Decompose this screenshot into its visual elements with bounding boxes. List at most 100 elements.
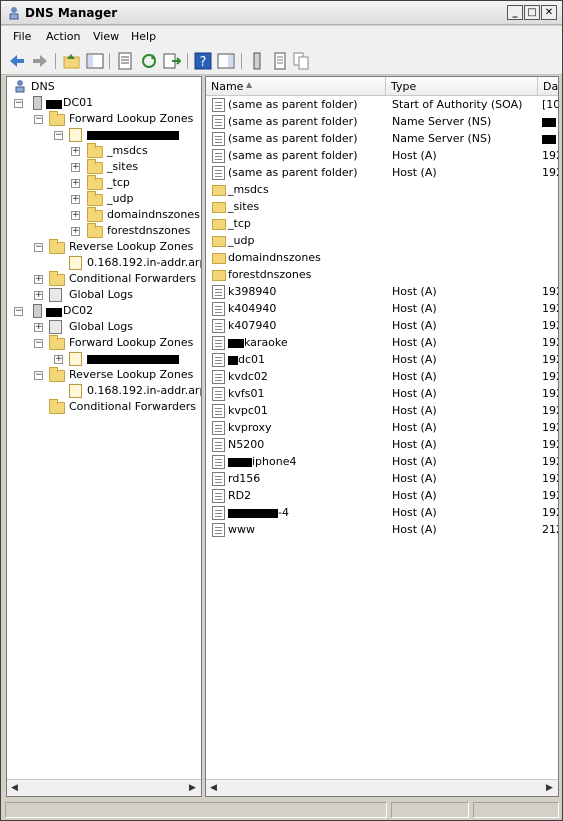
- zone-icon: [69, 384, 82, 398]
- record-row[interactable]: (same as parent folder) Host (A) 192: [206, 148, 558, 165]
- expand-icon[interactable]: +: [34, 323, 43, 332]
- record-row[interactable]: N5200 Host (A) 192: [206, 437, 558, 454]
- expand-icon[interactable]: +: [71, 163, 80, 172]
- collapse-icon[interactable]: −: [54, 131, 63, 140]
- forward-arrow-icon[interactable]: [30, 51, 50, 71]
- expand-icon[interactable]: +: [54, 355, 63, 364]
- column-header-type[interactable]: Type: [386, 77, 538, 96]
- horizontal-scrollbar[interactable]: ◀ ▶: [206, 779, 558, 796]
- minimize-button[interactable]: _: [507, 5, 523, 20]
- menu-help[interactable]: Help: [131, 30, 156, 43]
- record-icon: [212, 353, 225, 367]
- column-label: Name: [211, 80, 244, 93]
- record-type: Host (A): [392, 370, 437, 383]
- scroll-left-icon[interactable]: ◀: [207, 782, 220, 795]
- expand-icon[interactable]: +: [34, 291, 43, 300]
- record-data: 192: [542, 285, 558, 298]
- expand-icon[interactable]: +: [71, 179, 80, 188]
- zone-list-icon[interactable]: [270, 51, 290, 71]
- column-header-name[interactable]: Name ▲: [206, 77, 386, 96]
- folder-icon: [212, 185, 226, 196]
- collapse-icon[interactable]: −: [34, 339, 43, 348]
- folder-icon: [212, 202, 226, 213]
- zone-icon: [69, 352, 82, 366]
- scroll-right-icon[interactable]: ▶: [186, 782, 199, 795]
- record-icon: [212, 319, 225, 333]
- record-row[interactable]: kvfs01 Host (A) 192: [206, 386, 558, 403]
- redaction-mark: [87, 131, 179, 140]
- up-folder-icon[interactable]: [62, 51, 82, 71]
- folder-icon: [49, 111, 65, 126]
- collapse-icon[interactable]: −: [14, 99, 23, 108]
- record-icon: [212, 421, 225, 435]
- record-data: 192: [542, 149, 558, 162]
- menu-action[interactable]: Action: [46, 30, 80, 43]
- server-icon[interactable]: [247, 51, 267, 71]
- record-row[interactable]: kvpc01 Host (A) 192: [206, 403, 558, 420]
- export-list-icon[interactable]: [162, 51, 182, 71]
- list-folder-row[interactable]: _msdcs: [206, 182, 558, 199]
- collapse-icon[interactable]: −: [14, 307, 23, 316]
- record-data: 192: [542, 455, 558, 468]
- record-icon: [212, 455, 225, 469]
- list-folder-row[interactable]: _sites: [206, 199, 558, 216]
- expand-icon[interactable]: +: [71, 195, 80, 204]
- expand-icon[interactable]: +: [34, 275, 43, 284]
- record-row[interactable]: karaoke Host (A) 192: [206, 335, 558, 352]
- list-folder-row[interactable]: _tcp: [206, 216, 558, 233]
- record-row[interactable]: dc01 Host (A) 192: [206, 352, 558, 369]
- expand-icon[interactable]: +: [71, 211, 80, 220]
- show-hide-tree-icon[interactable]: [85, 51, 105, 71]
- record-name: k404940: [228, 302, 277, 315]
- record-row[interactable]: rd156 Host (A) 192: [206, 471, 558, 488]
- redaction-mark: [228, 356, 238, 365]
- help-icon[interactable]: ?: [193, 51, 213, 71]
- copy-records-icon[interactable]: [291, 51, 311, 71]
- back-arrow-icon[interactable]: [7, 51, 27, 71]
- tree-label: Forward Lookup Zones: [69, 112, 194, 125]
- record-row[interactable]: -4 Host (A) 192: [206, 505, 558, 522]
- folder-icon: [49, 239, 65, 254]
- record-name: _tcp: [228, 217, 251, 230]
- record-row[interactable]: (same as parent folder) Name Server (NS): [206, 114, 558, 131]
- toolbar-separator: [241, 53, 242, 69]
- show-action-pane-icon[interactable]: [216, 51, 236, 71]
- record-row[interactable]: www Host (A) 212: [206, 522, 558, 539]
- record-row[interactable]: k407940 Host (A) 192: [206, 318, 558, 335]
- list-folder-row[interactable]: forestdnszones: [206, 267, 558, 284]
- record-name: _sites: [228, 200, 260, 213]
- expand-icon[interactable]: +: [71, 147, 80, 156]
- list-folder-row[interactable]: domaindnszones: [206, 250, 558, 267]
- horizontal-scrollbar[interactable]: ◀ ▶: [7, 779, 201, 796]
- scroll-right-icon[interactable]: ▶: [543, 782, 556, 795]
- record-name: _udp: [228, 234, 255, 247]
- list-folder-row[interactable]: _udp: [206, 233, 558, 250]
- record-row[interactable]: RD2 Host (A) 192: [206, 488, 558, 505]
- record-data: 192: [542, 370, 558, 383]
- maximize-button[interactable]: □: [524, 5, 540, 20]
- toolbar-separator: [55, 53, 56, 69]
- column-header-data[interactable]: Dat: [538, 77, 558, 96]
- record-row[interactable]: (same as parent folder) Start of Authorit…: [206, 97, 558, 114]
- collapse-icon[interactable]: −: [34, 243, 43, 252]
- menu-view[interactable]: View: [93, 30, 119, 43]
- properties-icon[interactable]: [115, 51, 135, 71]
- record-row[interactable]: kvdc02 Host (A) 192: [206, 369, 558, 386]
- scroll-left-icon[interactable]: ◀: [8, 782, 21, 795]
- record-row[interactable]: (same as parent folder) Host (A) 192: [206, 165, 558, 182]
- expand-icon[interactable]: +: [71, 227, 80, 236]
- record-row[interactable]: iphone4 Host (A) 192: [206, 454, 558, 471]
- collapse-icon[interactable]: −: [34, 371, 43, 380]
- menu-file[interactable]: File: [13, 30, 31, 43]
- console-tree-pane: DNS − DC01 − Forward Lookup Zones − + _m…: [6, 76, 202, 797]
- close-button[interactable]: ✕: [541, 5, 557, 20]
- record-row[interactable]: k398940 Host (A) 192: [206, 284, 558, 301]
- collapse-icon[interactable]: −: [34, 115, 43, 124]
- folder-icon: [212, 219, 226, 230]
- refresh-icon[interactable]: [139, 51, 159, 71]
- record-row[interactable]: k404940 Host (A) 192: [206, 301, 558, 318]
- record-row[interactable]: kvproxy Host (A) 192: [206, 420, 558, 437]
- tree-label: _udp: [107, 192, 134, 205]
- folder-icon: [87, 143, 103, 158]
- record-row[interactable]: (same as parent folder) Name Server (NS): [206, 131, 558, 148]
